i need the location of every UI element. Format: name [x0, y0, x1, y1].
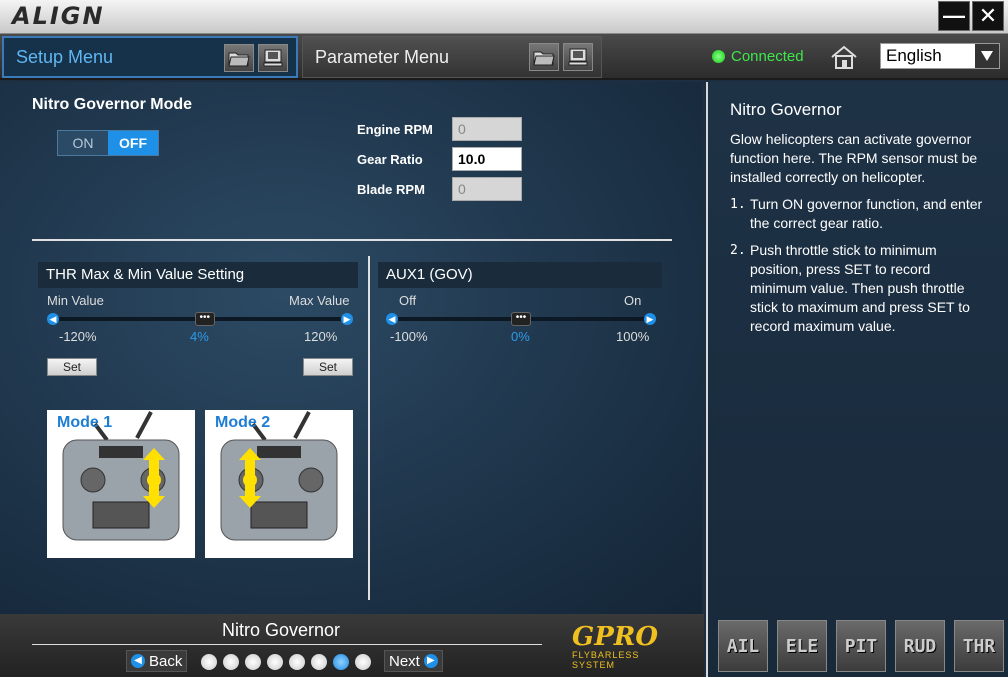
footer-bar: Nitro Governor ◀ Back Next ▶ GPRO FLYBAR… — [0, 614, 704, 677]
gpro-logo: GPRO FLYBARLESS SYSTEM — [572, 622, 682, 672]
channel-buttons: AIL ELE PIT RUD THR — [718, 620, 1004, 672]
page-dot[interactable] — [201, 654, 217, 670]
transmitter-icon — [62, 411, 180, 541]
thr-max-label: Max Value — [289, 293, 350, 308]
help-intro: Glow helicopters can activate governor f… — [730, 131, 978, 185]
aux-slider[interactable]: ◀ ▶ ••• — [386, 312, 656, 326]
divider — [32, 644, 542, 645]
chevron-right-icon[interactable]: ▶ — [341, 313, 353, 325]
next-label: Next — [389, 652, 420, 670]
aux-off-label: Off — [399, 293, 417, 308]
chevron-right-icon: ▶ — [423, 654, 438, 668]
aux-current-value: 0% — [511, 329, 530, 344]
aux-panel-title: AUX1 (GOV) — [378, 262, 662, 288]
blade-rpm-field: 0 — [452, 177, 522, 201]
help-title: Nitro Governor — [730, 100, 842, 119]
set-min-button[interactable]: Set — [47, 358, 97, 376]
page-dot[interactable] — [267, 654, 283, 670]
help-step-text: Turn ON governor function, and enter the… — [750, 196, 983, 231]
align-logo: ALIGN — [12, 2, 105, 30]
help-step-text: Push throttle stick to minimum position,… — [750, 242, 970, 334]
language-value: English — [886, 46, 942, 65]
mode1-image: Mode 1 — [47, 410, 195, 558]
home-button[interactable] — [826, 42, 862, 72]
chevron-right-icon[interactable]: ▶ — [644, 313, 656, 325]
transmitter-icon — [220, 411, 338, 541]
help-step-number: 2. — [730, 243, 746, 258]
mode1-label: Mode 1 — [57, 414, 113, 431]
help-step: 2. Push throttle stick to minimum positi… — [730, 241, 990, 336]
chevron-down-icon — [975, 44, 999, 68]
page-dot[interactable] — [289, 654, 305, 670]
governor-mode-title: Nitro Governor Mode — [32, 96, 193, 113]
gpro-logo-subtitle: FLYBARLESS SYSTEM — [572, 650, 640, 670]
home-icon — [831, 45, 857, 69]
page-dot[interactable] — [311, 654, 327, 670]
divider — [32, 239, 672, 241]
save-disk-icon[interactable] — [563, 43, 593, 71]
page-indicator — [201, 654, 371, 670]
channel-button-ele[interactable]: ELE — [777, 620, 827, 672]
blade-rpm-label: Blade RPM — [357, 182, 425, 197]
next-button[interactable]: Next ▶ — [384, 650, 443, 672]
tab-setup-menu[interactable]: Setup Menu — [2, 36, 298, 78]
gpro-logo-text: GPRO — [572, 622, 659, 652]
page-dot[interactable] — [245, 654, 261, 670]
connection-status: Connected — [712, 48, 804, 65]
engine-rpm-label: Engine RPM — [357, 122, 433, 137]
open-folder-icon[interactable] — [529, 43, 559, 71]
help-steps: 1. Turn ON governor function, and enter … — [730, 195, 990, 336]
language-select[interactable]: English — [880, 43, 1000, 69]
slider-thumb[interactable]: ••• — [511, 312, 531, 326]
page-title: Nitro Governor — [222, 620, 341, 640]
main-panel: Nitro Governor Mode ON OFF Engine RPM 0 … — [0, 82, 702, 614]
aux-on-label: On — [624, 293, 642, 308]
page-dot[interactable] — [355, 654, 371, 670]
aux-right-value: 100% — [616, 329, 650, 344]
channel-button-ail[interactable]: AIL — [718, 620, 768, 672]
tab-parameter-menu[interactable]: Parameter Menu — [302, 36, 602, 78]
help-panel: Nitro Governor Glow helicopters can acti… — [706, 82, 1008, 677]
thr-slider[interactable]: ◀ ▶ ••• — [47, 312, 353, 326]
chevron-left-icon[interactable]: ◀ — [386, 313, 398, 325]
back-button[interactable]: ◀ Back — [126, 650, 188, 672]
chevron-left-icon: ◀ — [131, 654, 145, 668]
close-button[interactable]: ✕ — [972, 1, 1004, 31]
open-folder-icon[interactable] — [224, 44, 254, 72]
mode2-image: Mode 2 — [205, 410, 353, 558]
divider — [368, 256, 370, 600]
slider-thumb[interactable]: ••• — [194, 312, 215, 326]
toggle-on[interactable]: ON — [58, 131, 108, 155]
gear-ratio-label: Gear Ratio — [357, 152, 423, 167]
toggle-off[interactable]: OFF — [108, 131, 158, 155]
tab-parameter-label: Parameter Menu — [315, 46, 450, 67]
status-dot-icon — [712, 50, 725, 63]
page-dot[interactable] — [333, 654, 349, 670]
thr-panel-title: THR Max & Min Value Setting — [38, 262, 358, 288]
minimize-button[interactable]: — — [938, 1, 970, 31]
thr-min-label: Min Value — [47, 293, 104, 308]
thr-current-value: 4% — [190, 329, 209, 344]
tab-setup-label: Setup Menu — [16, 46, 114, 67]
back-label: Back — [149, 652, 183, 670]
thr-right-value: 120% — [304, 329, 338, 344]
aux-left-value: -100% — [390, 329, 428, 344]
menu-bar: Setup Menu Parameter Menu Connected Engl… — [0, 34, 1008, 80]
set-max-button[interactable]: Set — [303, 358, 353, 376]
channel-button-pit[interactable]: PIT — [836, 620, 886, 672]
governor-toggle[interactable]: ON OFF — [57, 130, 159, 156]
page-dot[interactable] — [223, 654, 239, 670]
save-disk-icon[interactable] — [258, 44, 288, 72]
gear-ratio-field[interactable]: 10.0 — [452, 147, 522, 171]
chevron-left-icon[interactable]: ◀ — [47, 313, 59, 325]
connection-label: Connected — [731, 48, 804, 65]
mode2-label: Mode 2 — [215, 414, 271, 431]
thr-left-value: -120% — [59, 329, 97, 344]
engine-rpm-field: 0 — [452, 117, 522, 141]
channel-button-thr[interactable]: THR — [954, 620, 1004, 672]
title-bar: ALIGN — ✕ — [0, 0, 1008, 34]
channel-button-rud[interactable]: RUD — [895, 620, 945, 672]
help-step-number: 1. — [730, 197, 746, 212]
help-step: 1. Turn ON governor function, and enter … — [730, 195, 990, 233]
